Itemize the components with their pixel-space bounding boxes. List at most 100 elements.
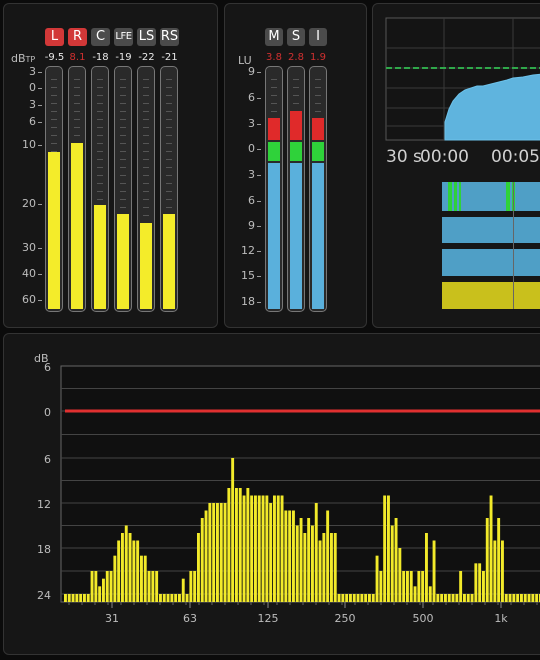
spectrum-bar xyxy=(489,495,493,602)
spectrum-bar xyxy=(250,495,254,602)
spectrum-bar xyxy=(375,555,379,602)
meter-tick xyxy=(74,135,80,136)
spectrum-bar xyxy=(341,594,345,602)
meter-tick xyxy=(97,127,103,128)
meter-tick xyxy=(143,103,149,104)
meter-tick xyxy=(166,159,172,160)
spectrum-bar xyxy=(330,533,333,602)
spectrum-bar xyxy=(227,488,231,602)
spectrum-bar xyxy=(159,594,162,602)
spectrum-bar xyxy=(508,594,512,602)
loudness-scale-label: 18 xyxy=(241,295,255,308)
loudness-scale-label: 3 xyxy=(248,117,255,130)
spectrum-bar xyxy=(478,563,482,602)
spectrum-bar xyxy=(185,594,189,602)
meter-tick xyxy=(51,135,57,136)
spectrum-y-label: 6 xyxy=(44,361,51,374)
history-divider xyxy=(513,182,514,309)
spectrum-bar xyxy=(117,540,121,602)
spectrum-bar xyxy=(368,594,371,602)
spectrum-y-label: 6 xyxy=(44,453,51,466)
meter-tick xyxy=(97,79,103,80)
spectrum-bar xyxy=(261,495,265,602)
spectrum-bar xyxy=(257,495,261,602)
meter-tick xyxy=(97,167,103,168)
spectrum-x-label: 500 xyxy=(413,612,434,625)
true-peak-scale-label: 3 xyxy=(29,65,36,78)
channel-button-ls[interactable]: LS xyxy=(137,28,156,46)
meter-tick xyxy=(293,79,299,80)
spectrum-bar xyxy=(90,571,94,602)
meter-tick xyxy=(120,159,126,160)
meter-tick xyxy=(143,151,149,152)
spectrum-bar xyxy=(504,594,508,602)
meter-tick xyxy=(120,119,126,120)
meter-tick xyxy=(166,199,172,200)
meter-tick xyxy=(120,87,126,88)
loudness-scale-tick xyxy=(257,72,261,73)
history-strip-2 xyxy=(442,217,540,243)
spectrum-panel: dB 6 0 6 12 18 24 31 63 125 250 500 1k xyxy=(3,333,540,655)
spectrum-bar xyxy=(109,571,113,602)
spectrum-bar xyxy=(428,586,432,602)
spectrum-bar xyxy=(474,563,478,602)
history-time-mark: 00:05 xyxy=(491,147,540,167)
true-peak-scale-tick xyxy=(38,274,42,275)
spectrum-bar xyxy=(406,571,409,602)
spectrum-bar xyxy=(280,495,284,602)
channel-button-c[interactable]: C xyxy=(91,28,110,46)
history-strip-1 xyxy=(442,182,540,211)
channel-peak-c: -18 xyxy=(92,52,109,63)
spectrum-bar xyxy=(284,510,288,602)
loudness-button-i[interactable]: I xyxy=(309,28,327,46)
meter-tick xyxy=(166,87,172,88)
spectrum-x-label: 250 xyxy=(335,612,356,625)
meter-tick xyxy=(97,111,103,112)
spectrum-bar xyxy=(79,594,83,602)
history-strip-3 xyxy=(442,249,540,276)
channel-button-rs[interactable]: RS xyxy=(160,28,179,46)
spectrum-bar xyxy=(322,533,326,602)
spectrum-bar xyxy=(349,594,352,602)
spectrum-bar xyxy=(299,518,303,602)
loudness-meter-m xyxy=(265,66,283,312)
loudness-history-graph xyxy=(385,17,540,141)
meter-tick xyxy=(120,151,126,152)
spectrum-x-label: 1k xyxy=(494,612,508,625)
spectrum-bar xyxy=(162,594,166,602)
meter-tick xyxy=(315,95,321,96)
spectrum-bar xyxy=(371,594,375,602)
meter-tick xyxy=(143,119,149,120)
history-strip-4 xyxy=(442,282,540,309)
loudness-scale-label: 6 xyxy=(248,194,255,207)
spectrum-bar xyxy=(425,533,428,602)
meter-tick xyxy=(74,95,80,96)
channel-peak-rs: -21 xyxy=(161,52,178,63)
spectrum-bar xyxy=(147,571,151,602)
channel-button-l[interactable]: L xyxy=(45,28,64,46)
channel-button-lfe[interactable]: LFE xyxy=(114,28,133,46)
history-time-span: 30 s xyxy=(386,147,422,167)
history-time-start: 00:00 xyxy=(420,147,469,167)
loudness-scale-tick xyxy=(257,201,261,202)
spectrum-bar xyxy=(345,594,349,602)
spectrum-bar xyxy=(307,518,311,602)
loudness-fill-m xyxy=(268,163,280,309)
meter-tick xyxy=(51,103,57,104)
loudness-button-s[interactable]: S xyxy=(287,28,305,46)
true-peak-fill-r xyxy=(71,143,83,309)
meter-tick xyxy=(120,95,126,96)
meter-tick xyxy=(143,207,149,208)
spectrum-bar xyxy=(86,594,90,602)
spectrum-bar xyxy=(178,594,181,602)
spectrum-bar xyxy=(155,571,159,602)
channel-button-r[interactable]: R xyxy=(68,28,87,46)
loudness-button-m[interactable]: M xyxy=(265,28,283,46)
meter-tick xyxy=(166,127,172,128)
true-peak-scale-label: 40 xyxy=(22,267,36,280)
meter-tick xyxy=(97,135,103,136)
spectrum-bar xyxy=(463,594,466,602)
true-peak-scale-tick xyxy=(38,105,42,106)
spectrum-bar xyxy=(132,540,136,602)
spectrum-bar xyxy=(102,578,105,602)
